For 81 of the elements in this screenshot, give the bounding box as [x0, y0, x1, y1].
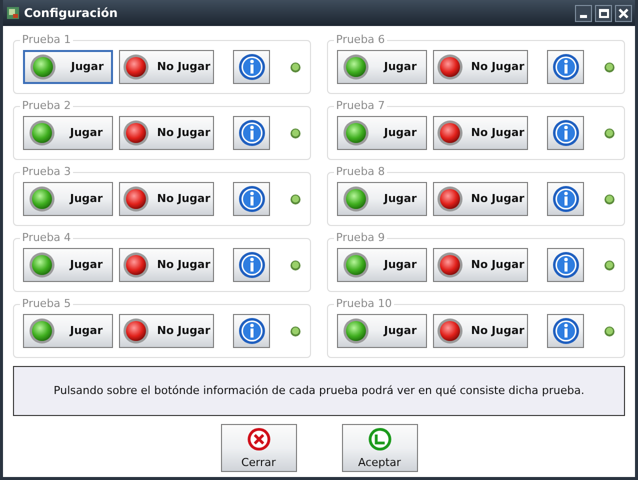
no-play-button[interactable]: No Jugar — [119, 314, 214, 348]
no-play-button[interactable]: No Jugar — [119, 248, 214, 282]
light-icon — [29, 120, 55, 146]
no-play-button[interactable]: No Jugar — [433, 116, 528, 150]
info-button[interactable] — [233, 314, 270, 348]
no-play-button[interactable]: No Jugar — [119, 182, 214, 216]
light-icon — [29, 252, 55, 278]
window-title: Configuración — [24, 5, 118, 22]
play-button[interactable]: Jugar — [23, 248, 113, 282]
light-icon — [437, 54, 463, 80]
info-text: Pulsando sobre el botónde información de cada prueba podrá ver en qué consiste dicha prueba. — [54, 382, 584, 399]
play-button[interactable]: Jugar — [23, 50, 113, 84]
info-icon — [238, 317, 266, 345]
light-icon — [437, 186, 463, 212]
status-dot-icon — [290, 128, 301, 138]
no-play-button[interactable]: No Jugar — [119, 116, 214, 150]
info-button[interactable] — [547, 116, 584, 150]
info-button[interactable] — [233, 182, 270, 216]
status-dot-icon — [290, 326, 301, 336]
info-button[interactable] — [547, 314, 584, 348]
light-icon — [123, 186, 149, 212]
light-icon — [437, 120, 463, 146]
info-icon — [552, 119, 580, 147]
no-play-button[interactable]: No Jugar — [433, 50, 528, 84]
status-dot-icon — [604, 62, 615, 72]
play-button[interactable]: Jugar — [23, 116, 113, 150]
info-button[interactable] — [547, 50, 584, 84]
info-icon — [552, 317, 580, 345]
maximize-button[interactable] — [595, 4, 612, 22]
light-icon — [123, 252, 149, 278]
no-play-button[interactable]: No Jugar — [433, 248, 528, 282]
light-icon — [123, 54, 149, 80]
light-icon — [29, 186, 55, 212]
light-icon — [437, 318, 463, 344]
info-icon — [238, 251, 266, 279]
info-icon — [552, 53, 580, 81]
status-dot-icon — [604, 194, 615, 204]
info-icon — [238, 185, 266, 213]
no-play-button[interactable]: No Jugar — [119, 50, 214, 84]
info-button[interactable] — [233, 116, 270, 150]
info-button[interactable] — [547, 182, 584, 216]
close-button[interactable] — [615, 4, 632, 22]
light-icon — [437, 252, 463, 278]
light-icon — [343, 252, 369, 278]
light-icon — [343, 54, 369, 80]
play-button[interactable]: Jugar — [337, 182, 427, 216]
status-dot-icon — [604, 128, 615, 138]
no-play-button[interactable]: No Jugar — [433, 314, 528, 348]
accept-button[interactable]: Aceptar — [342, 424, 418, 472]
light-icon — [123, 318, 149, 344]
close-icon — [246, 427, 272, 452]
close-icon — [618, 8, 629, 18]
status-dot-icon — [604, 326, 615, 336]
info-button[interactable] — [547, 248, 584, 282]
info-icon — [552, 185, 580, 213]
light-icon — [123, 120, 149, 146]
info-icon — [238, 119, 266, 147]
status-dot-icon — [290, 194, 301, 204]
play-button[interactable]: Jugar — [337, 116, 427, 150]
info-icon — [238, 53, 266, 81]
info-button[interactable] — [233, 248, 270, 282]
info-button[interactable] — [233, 50, 270, 84]
close-button[interactable]: Cerrar — [220, 424, 296, 472]
minimize-button[interactable] — [575, 4, 592, 22]
status-dot-icon — [290, 260, 301, 270]
play-button[interactable]: Jugar — [23, 182, 113, 216]
light-icon — [30, 54, 56, 80]
status-dot-icon — [604, 260, 615, 270]
status-dot-icon — [290, 62, 301, 72]
light-icon — [29, 318, 55, 344]
play-button[interactable]: Jugar — [337, 314, 427, 348]
light-icon — [343, 318, 369, 344]
no-play-button[interactable]: No Jugar — [433, 182, 528, 216]
check-icon — [366, 427, 392, 452]
app-icon — [6, 6, 20, 20]
light-icon — [343, 186, 369, 212]
light-icon — [343, 120, 369, 146]
play-button[interactable]: Jugar — [337, 248, 427, 282]
info-icon — [552, 251, 580, 279]
play-button[interactable]: Jugar — [23, 314, 113, 348]
play-button[interactable]: Jugar — [337, 50, 427, 84]
